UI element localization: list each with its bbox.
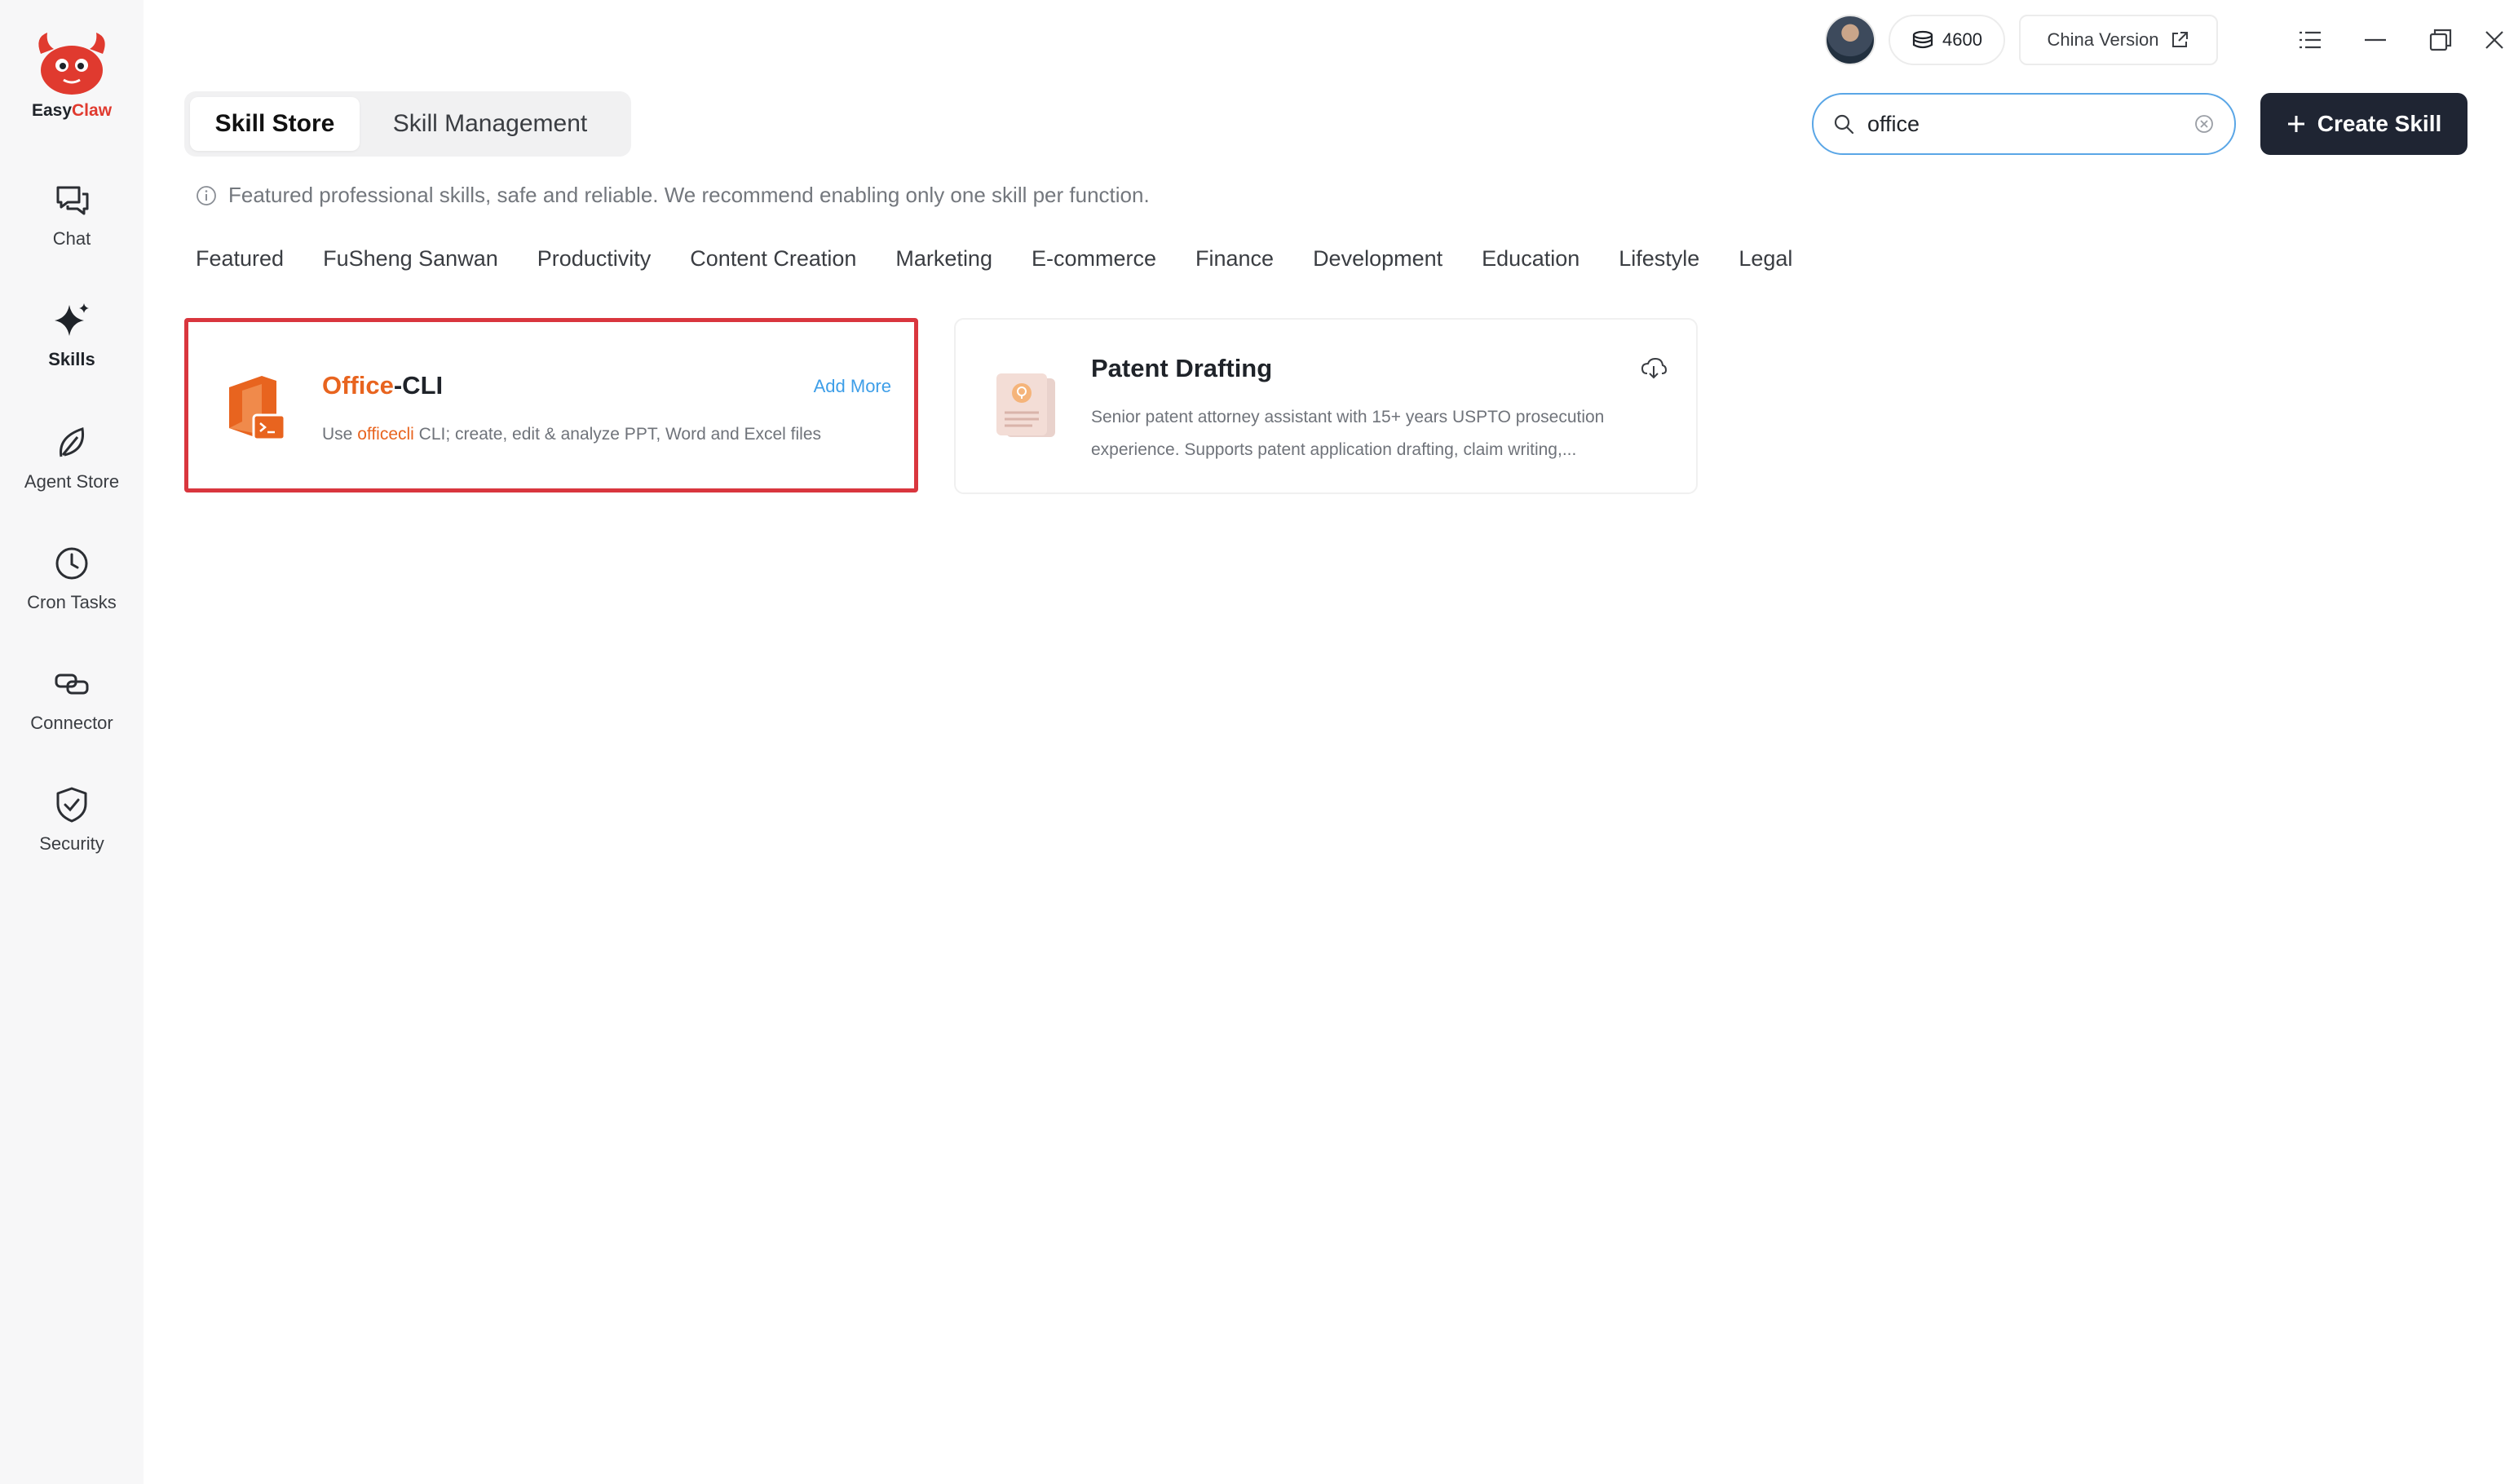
sidebar-item-label: Chat	[52, 228, 91, 249]
app-logo[interactable]: EasyClaw	[0, 29, 144, 121]
info-icon	[197, 185, 216, 205]
office-icon	[229, 376, 286, 441]
category-featured[interactable]: Featured	[196, 246, 284, 272]
skill-tabs: Skill Store Skill Management	[184, 91, 631, 157]
info-text: Featured professional skills, safe and r…	[228, 183, 1150, 207]
sidebar-item-cron-tasks[interactable]: Cron Tasks	[0, 543, 144, 613]
minimize-icon	[2365, 38, 2386, 42]
tab-skill-store[interactable]: Skill Store	[190, 97, 360, 151]
shield-icon	[56, 787, 87, 823]
info-banner: Featured professional skills, safe and r…	[196, 183, 1150, 208]
credits-value: 4600	[1942, 29, 1982, 50]
credits-badge[interactable]: 4600	[1889, 15, 2005, 65]
link-icon	[55, 674, 89, 695]
category-productivity[interactable]: Productivity	[537, 246, 652, 272]
skill-description: Use officecli CLI; create, edit & analyz…	[322, 425, 822, 444]
search-icon	[1834, 114, 1854, 135]
category-development[interactable]: Development	[1313, 246, 1442, 272]
category-lifestyle[interactable]: Lifestyle	[1619, 246, 1699, 272]
sidebar-item-label: Connector	[30, 713, 113, 733]
skill-card-office-cli[interactable]: Office-CLI Add More Use officecli CLI; c…	[184, 318, 918, 492]
tab-skill-management[interactable]: Skill Management	[360, 97, 621, 151]
china-version-label: China Version	[2047, 29, 2159, 50]
cloud-download-icon[interactable]	[1641, 357, 1667, 380]
china-version-button[interactable]: China Version	[2019, 15, 2218, 65]
create-skill-button[interactable]: Create Skill	[2260, 93, 2467, 155]
clock-icon	[55, 547, 88, 580]
sidebar-item-skills[interactable]: Skills	[0, 300, 144, 370]
claw-logo-icon	[38, 33, 105, 95]
menu-button[interactable]	[2290, 20, 2330, 60]
restore-button[interactable]	[2420, 20, 2461, 60]
sidebar-item-connector[interactable]: Connector	[0, 664, 144, 734]
close-icon	[2485, 31, 2503, 49]
chat-icon	[56, 186, 89, 215]
sidebar-item-label: Security	[39, 833, 104, 854]
leaf-icon	[60, 427, 85, 457]
app-name: EasyClaw	[31, 101, 113, 120]
skill-title: Patent Drafting	[1091, 354, 1273, 382]
close-button[interactable]	[2485, 20, 2503, 60]
sidebar-item-agent-store[interactable]: Agent Store	[0, 422, 144, 492]
sidebar-item-label: Cron Tasks	[27, 592, 117, 612]
restore-icon	[2429, 29, 2452, 51]
category-fusheng-sanwan[interactable]: FuSheng Sanwan	[323, 246, 498, 272]
skill-title: Office-CLI	[322, 371, 444, 400]
add-more-link[interactable]: Add More	[814, 376, 891, 397]
clear-search-icon[interactable]	[2194, 113, 2215, 135]
sparkle-icon	[55, 303, 89, 336]
plus-icon	[2287, 116, 2304, 132]
category-finance[interactable]: Finance	[1195, 246, 1274, 272]
category-e-commerce[interactable]: E-commerce	[1032, 246, 1156, 272]
search-input[interactable]	[1867, 111, 2194, 137]
category-filter: Featured FuSheng Sanwan Productivity Con…	[196, 246, 1831, 272]
sidebar-item-label: Skills	[48, 349, 95, 369]
coins-icon	[1912, 30, 1933, 49]
category-content-creation[interactable]: Content Creation	[690, 246, 856, 272]
skill-description: Senior patent attorney assistant with 15…	[1091, 408, 1605, 459]
skill-card-patent-drafting[interactable]: Patent Drafting Senior patent attorney a…	[954, 318, 1698, 494]
category-education[interactable]: Education	[1482, 246, 1579, 272]
avatar[interactable]	[1825, 15, 1875, 65]
external-link-icon	[2172, 32, 2189, 47]
sidebar-item-chat[interactable]: Chat	[0, 179, 144, 250]
category-legal[interactable]: Legal	[1738, 246, 1792, 272]
create-skill-label: Create Skill	[2317, 111, 2442, 136]
sidebar-item-security[interactable]: Security	[0, 784, 144, 855]
category-marketing[interactable]: Marketing	[895, 246, 992, 272]
search-box[interactable]	[1812, 93, 2236, 155]
sidebar: EasyClaw Chat Skills Agent Store Cron Ta…	[0, 0, 144, 1484]
minimize-button[interactable]	[2355, 20, 2396, 60]
list-menu-icon	[2300, 31, 2321, 49]
sidebar-item-label: Agent Store	[24, 471, 120, 492]
patent-document-icon	[996, 373, 1055, 437]
